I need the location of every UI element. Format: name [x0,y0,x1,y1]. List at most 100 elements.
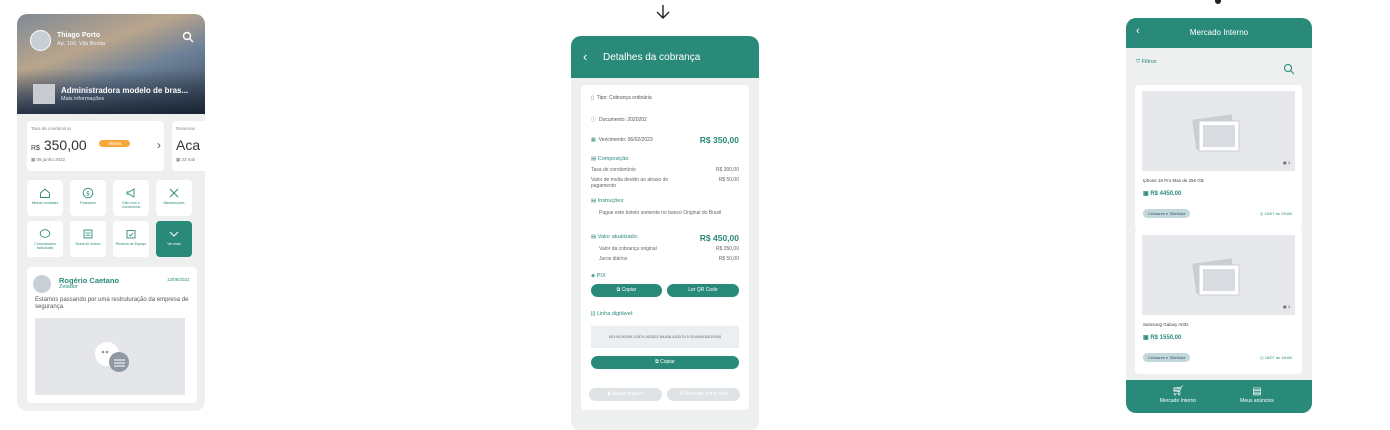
product-name: Samsung Galaxy A03s [1143,322,1189,327]
receipt-icon: ▤ [591,156,598,162]
arrow-tip-icon [1215,0,1221,4]
billing-details: ▯ Tipo: Cobrança ordinária ⓘ Documento: 20… [581,85,749,410]
tab-my-ads[interactable]: ▤ Meus anúncios [1227,386,1287,404]
house-icon [40,188,50,198]
fee-card[interactable]: Taxa de condomínio R$ 350,00 Aberta ▦ 08… [27,121,164,171]
tab-market[interactable]: 🛒︎ Mercado Interno [1148,386,1208,404]
product-name: Iphone 15 Pro Max de 256 GB [1143,178,1204,183]
calendar-icon: ▦ [591,137,596,143]
avatar [33,275,51,293]
list-icon: ▤ [1252,386,1262,397]
chevron-down-icon [169,231,179,237]
tile-maintenance[interactable]: Manutenções [156,180,192,216]
reservations-card[interactable]: Reservas Aca ▦ 23 mai [172,121,205,171]
billing-due: ▦ Vencimento: 06/02/2023 [591,137,653,143]
megaphone-icon [126,188,135,198]
photo-count: ▣ 4 [1282,304,1290,309]
user-apartment: Ap. 103, Vila Bonita [57,41,106,47]
calendar-icon [126,230,136,239]
line-title: ||| Linha digitável: [591,311,634,317]
updated-amount: R$ 450,00 [699,233,739,243]
post-text: Estamos passando por uma restruturação d… [35,297,189,310]
tile-label: Ver mais [167,242,181,246]
reservations-label: Reservas [176,126,196,131]
dollar-icon: $ [82,187,94,199]
search-icon[interactable] [1283,63,1295,75]
billing-document: ⓘ Documento: 2020202 [591,117,647,123]
email-button[interactable]: ✉ Receber por e-mail [667,388,740,401]
download-button[interactable]: ▮ Baixar arquivo [589,388,662,401]
tile-reservation[interactable]: Reserva de Espaço [113,221,149,257]
tile-units[interactable]: Minhas unidades [27,180,63,216]
billing-screen: ‹ Detalhes da cobrança ▯ Tipo: Cobrança o… [571,36,759,430]
tile-label: Minhas unidades [31,201,59,205]
product-image [1142,235,1295,315]
home-screen: Thiago Porto Ap. 103, Vila Bonita Admini… [17,14,205,411]
image-placeholder-icon [1192,114,1240,152]
line-copy-button[interactable]: ⧉ Copiar [591,356,739,369]
list-icon: ▤ [591,198,598,204]
market-screen: ‹ Mercado Interno ⛉ Filtros ▣ 4 Iphone 1… [1126,18,1312,413]
reservations-date: ▦ 23 mai [176,157,196,162]
tile-board[interactable]: Mural de Avisos [70,221,106,257]
tile-label: Comunicados individuais [34,242,56,250]
cart-icon: 🛒︎ [1171,386,1185,397]
updated-row: Valor da cobrança original R$ 350,00 [599,246,739,252]
image-placeholder-icon [1192,258,1240,296]
tile-label: Mural de Avisos [75,242,101,246]
instructions-title: ▤ Instruções: [591,198,625,204]
search-icon[interactable] [182,31,194,43]
admin-logo [33,84,55,104]
tile-see-more[interactable]: Ver mais [156,221,192,257]
document-icon: ▯ [591,95,594,101]
back-icon[interactable]: ‹ [583,49,587,64]
tile-label: Fale com o Condomínio [121,201,141,209]
post-role: Zelador [59,284,78,290]
chat-icon [39,229,51,238]
product-time: ◷ 15/07 às 11h50 [1260,355,1292,360]
due-amount: R$ 350,00 [699,135,739,145]
tile-label: Reserva de Espaço [115,242,147,246]
user-avatar[interactable] [30,30,51,51]
tools-icon [169,188,179,198]
product-image [1142,91,1295,171]
reservations-value: Aca [176,137,201,153]
fee-date: ▦ 08 junho 2022 [31,157,66,162]
user-name: Thiago Porto [57,32,101,39]
page-title: Mercado Interno [1189,28,1249,37]
board-icon [83,229,93,239]
composition-row: Valor de multa devido ao atraso do pagam… [591,177,669,189]
updated-title: ▤ Valor atualizado: [591,234,639,240]
product-card[interactable]: ▣ 4 Iphone 15 Pro Max de 256 GB ▣ R$ 445… [1135,85,1302,230]
tile-contact[interactable]: Fale com o Condomínio [113,180,149,216]
tile-label: Financeiro [79,201,97,205]
header: ‹ Mercado Interno [1126,18,1312,48]
filters-button[interactable]: ⛉ Filtros [1136,59,1157,66]
fee-label: Taxa de condomínio [31,126,72,131]
chevron-right-icon[interactable]: › [157,138,161,152]
instructions-text: Pague este boleto somente no banco Origi… [599,210,722,216]
product-card[interactable]: ▣ 4 Samsung Galaxy A03s ▣ R$ 1550,00 Cel… [1135,229,1302,374]
post-date: 12/08/2022 [167,277,190,282]
value-icon: ▤ [591,234,598,240]
tile-individual-notices[interactable]: Comunicados individuais [27,221,63,257]
category-badge: Celulares e Telefonia [1143,209,1191,218]
arrow-down-icon [656,5,670,19]
bottom-nav: 🛒︎ Mercado Interno ▤ Meus anúncios [1126,380,1312,413]
fee-amount: R$ 350,00 [31,137,87,153]
tile-finance[interactable]: $ Financeiro [70,180,106,216]
product-price: ▣ R$ 4450,00 [1143,191,1182,197]
info-icon: ⓘ [591,117,597,123]
post-image-placeholder [35,318,185,395]
tile-label: Manutenções [163,201,185,205]
updated-row: Juros diários R$ 50,00 [599,256,739,262]
admin-name[interactable]: Administradora modelo de bras... [61,86,197,95]
pix-copy-button[interactable]: ⧉ Copiar [591,284,662,297]
line-code[interactable]: 00190.00009 02874.902822 84408.453179 5 … [591,326,739,348]
qr-code-button[interactable]: Ler QR Code [667,284,739,297]
page-title: Detalhes da cobrança [603,52,701,63]
post-card[interactable]: Rogério Caetano Zelador 12/08/2022 Estam… [27,267,197,403]
category-badge: Celulares e Telefonia [1143,353,1191,362]
product-time: ◷ 15/07 às 12h50 [1259,211,1292,216]
admin-more-link[interactable]: Mais informações [61,96,104,102]
